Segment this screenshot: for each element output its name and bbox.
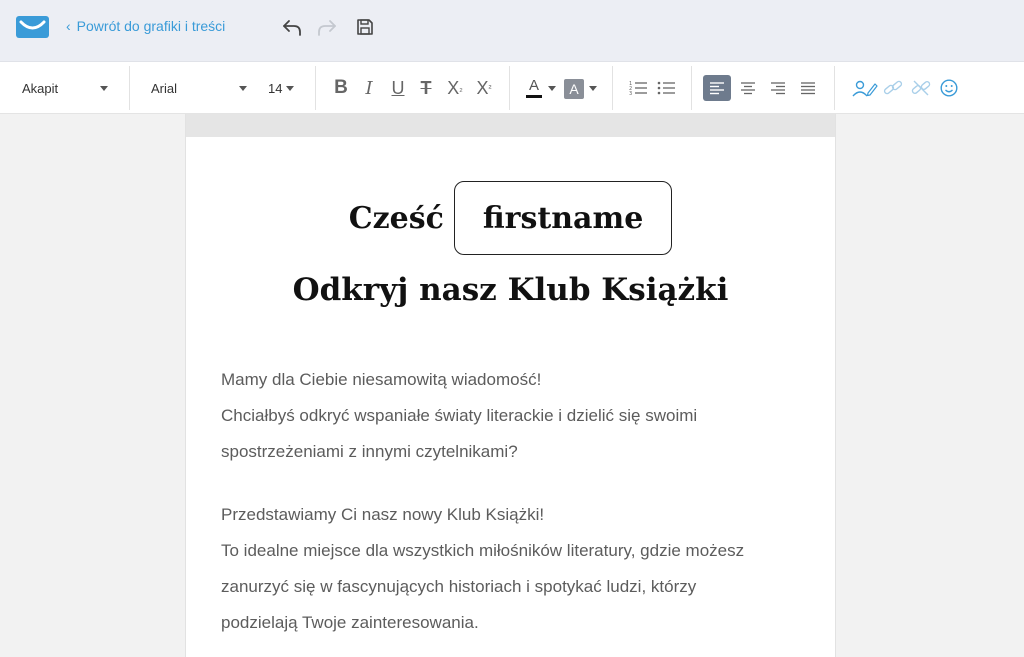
font-family-value: Arial	[151, 80, 178, 96]
bold-button[interactable]: B	[331, 75, 351, 101]
save-icon[interactable]	[354, 16, 376, 38]
text-line: Przedstawiamy Ci nasz nowy Klub Książki!	[221, 505, 545, 524]
justify-button[interactable]	[798, 75, 818, 101]
back-link-label: Powrót do grafiki i treści	[76, 18, 226, 34]
smiley-icon	[940, 79, 958, 97]
undo-icon[interactable]	[281, 16, 303, 38]
paragraph-intro[interactable]: Mamy dla Ciebie niesamowitą wiadomość! C…	[221, 362, 811, 470]
redo-icon[interactable]	[316, 16, 338, 38]
formatting-toolbar: Akapit Arial 14 B I U T X₂ X² A A 123	[0, 62, 1024, 114]
text-line: podzielają Twoje zainteresowania.	[221, 613, 479, 632]
italic-button[interactable]: I	[360, 75, 378, 101]
subscript-button[interactable]: X₂	[445, 75, 465, 101]
divider	[129, 66, 130, 110]
chevron-down-icon	[239, 86, 247, 91]
unlink-icon	[911, 80, 931, 96]
person-pencil-icon	[852, 80, 878, 97]
email-canvas[interactable]: Cześć firstname Odkryj nasz Klub Książki…	[185, 114, 836, 657]
section-header-strip	[186, 114, 835, 137]
font-family-select[interactable]: Arial	[151, 62, 251, 114]
logo-envelope-icon[interactable]	[16, 16, 49, 38]
font-size-value: 14	[268, 80, 283, 96]
unlink-button[interactable]	[910, 75, 932, 101]
unordered-list-button[interactable]	[656, 75, 676, 101]
align-right-icon	[771, 82, 785, 95]
divider	[691, 66, 692, 110]
chevron-down-icon	[286, 86, 294, 91]
link-button[interactable]	[882, 75, 904, 101]
text-line: zanurzyć się w fascynujących historiach …	[221, 577, 697, 596]
svg-text:3: 3	[629, 91, 632, 96]
chevron-down-icon[interactable]	[589, 86, 597, 91]
emoji-button[interactable]	[939, 75, 959, 101]
link-icon	[883, 80, 903, 95]
text-color-button[interactable]: A	[525, 75, 543, 101]
greeting-text: Cześć	[348, 200, 444, 236]
align-left-button[interactable]	[703, 75, 731, 101]
text-line: Mamy dla Ciebie niesamowitą wiadomość!	[221, 370, 542, 389]
justify-icon	[801, 82, 815, 95]
divider	[612, 66, 613, 110]
chevron-down-icon	[100, 86, 108, 91]
chevron-down-icon[interactable]	[548, 86, 556, 91]
text-color-label: A	[528, 77, 539, 94]
paragraph-style-value: Akapit	[22, 80, 59, 96]
strikethrough-button[interactable]: T	[415, 75, 437, 101]
align-center-button[interactable]	[738, 75, 758, 101]
divider	[315, 66, 316, 110]
greeting-line[interactable]: Cześć firstname	[186, 181, 835, 255]
back-link[interactable]: ‹ Powrót do grafiki i treści	[66, 18, 225, 34]
text-line: spostrzeżeniami z innymi czytelnikami?	[221, 442, 518, 461]
text-line: Chciałbyś odkryć wspaniałe światy litera…	[221, 406, 698, 425]
text-line: To idealne miejsce dla wszystkich miłośn…	[221, 541, 745, 560]
align-center-icon	[741, 82, 755, 95]
chevron-left-icon: ‹	[66, 18, 71, 34]
underline-button[interactable]: U	[388, 75, 408, 101]
headline[interactable]: Odkryj nasz Klub Książki	[186, 272, 835, 308]
font-size-select[interactable]: 14	[268, 62, 298, 114]
unordered-list-icon	[657, 81, 675, 95]
personalize-button[interactable]	[851, 75, 879, 101]
align-right-button[interactable]	[768, 75, 788, 101]
text-color-swatch	[526, 95, 542, 98]
divider	[834, 66, 835, 110]
ordered-list-button[interactable]: 123	[628, 75, 648, 101]
ordered-list-icon: 123	[629, 81, 647, 96]
highlight-color-button[interactable]: A	[564, 79, 584, 99]
highlight-color-label: A	[569, 81, 579, 97]
firstname-merge-tag[interactable]: firstname	[453, 181, 673, 255]
top-bar: ‹ Powrót do grafiki i treści	[0, 0, 1024, 62]
paragraph-club[interactable]: Przedstawiamy Ci nasz nowy Klub Książki!…	[221, 497, 811, 641]
paragraph-style-select[interactable]: Akapit	[22, 62, 112, 114]
align-left-icon	[710, 82, 724, 95]
divider	[509, 66, 510, 110]
superscript-button[interactable]: X²	[474, 75, 494, 101]
